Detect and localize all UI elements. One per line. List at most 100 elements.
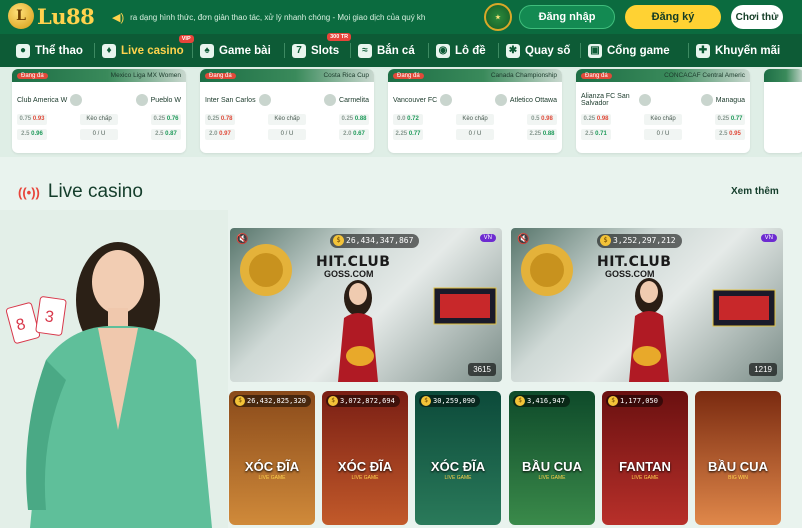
odds-line: 2.25	[395, 131, 408, 137]
team-crest-icon	[700, 94, 713, 106]
odds-row: 2.25 0.77 0 / U 2.25 0.88	[388, 127, 562, 142]
jackpot-counter: 26,432,825,320	[233, 395, 312, 407]
odds-type: 0 / U	[456, 129, 494, 140]
odds-line: 0.0	[397, 116, 406, 122]
odds-type: Kèo chấp	[80, 114, 118, 125]
odds-value: 0.67	[353, 131, 365, 137]
game-card[interactable]: 3,416,947 BẦU CUA LIVE GAME	[509, 391, 595, 525]
nav-item-promotions[interactable]: ✚ Khuyến mãi	[696, 34, 780, 67]
nav-divider	[498, 43, 499, 58]
nav-divider	[428, 43, 429, 58]
home-team: Vancouver FC	[393, 94, 463, 106]
match-card-partial[interactable]	[764, 69, 802, 153]
odds-value: 0.77	[408, 131, 421, 137]
game-subtitle: BIG WIN	[728, 475, 748, 481]
game-card[interactable]: 26,432,825,320 XÓC ĐĨA LIVE GAME	[229, 391, 315, 525]
nav-item-number-draw[interactable]: ✱ Quay số	[506, 34, 570, 67]
odds-line: 0.25	[717, 116, 730, 122]
odds-cell[interactable]: 0.0 0.72	[393, 114, 423, 125]
match-card[interactable]: Đang đá CONCACAF Central Americ Alianza …	[576, 69, 750, 153]
odds-cell[interactable]: 0.25 0.88	[339, 114, 369, 125]
game-card[interactable]: BẦU CUA BIG WIN	[695, 391, 781, 525]
nav-item-live-casino[interactable]: ♦ Live casino VIP	[102, 34, 194, 67]
odds-cell[interactable]: 2.0 0.67	[339, 129, 369, 140]
odds-line: 0.25	[153, 116, 166, 122]
live-stream-tile[interactable]: 🔇 26,434,347,867 VN HIT.CLUB GOSS.COM 36…	[230, 228, 502, 382]
odds-cell[interactable]: 0.25 0.76	[151, 114, 181, 125]
nav-item-lottery[interactable]: ◉ Lô đề	[436, 34, 486, 67]
odds-cell[interactable]: 0.75 0.93	[17, 114, 47, 125]
nav-item-game-portal[interactable]: ▣ Cổng game	[588, 34, 670, 67]
demo-button[interactable]: Chơi thử	[731, 5, 783, 29]
nav-label: Live casino	[121, 44, 184, 57]
odds-row: 2.0 0.97 0 / U 2.0 0.67	[200, 127, 374, 142]
league-name: CONCACAF Central Americ	[664, 72, 745, 79]
nav-divider	[192, 43, 193, 58]
match-card[interactable]: Đang đá Mexico Liga MX Women Club Americ…	[12, 69, 186, 153]
odds-cell[interactable]: 2.5 0.71	[581, 129, 611, 140]
odds-cell[interactable]: 2.5 0.95	[715, 129, 745, 140]
nav-item-card-games[interactable]: ♠ Game bài	[200, 34, 271, 67]
odds-cell[interactable]: 0.25 0.77	[715, 114, 745, 125]
odds-line: 2.0	[209, 131, 218, 137]
odds-value: 0.78	[220, 116, 233, 122]
odds-cell[interactable]: 2.25 0.77	[393, 129, 423, 140]
odds-value: 0.88	[542, 131, 555, 137]
team-crest-icon	[494, 94, 507, 106]
marquee-text: ra dạng hình thức, đơn giản thao tác, xử…	[130, 12, 426, 22]
game-card[interactable]: 1,177,050 FANTAN LIVE GAME	[602, 391, 688, 525]
match-card[interactable]: Đang đá Costa Rica Cup Inter San Carlos …	[200, 69, 374, 153]
nav-item-slots[interactable]: 7 Slots 300 TR	[292, 33, 352, 67]
odds-value: 0.71	[595, 131, 607, 137]
nav-label: Cổng game	[607, 44, 670, 57]
nav-label: Quay số	[525, 44, 571, 57]
mute-icon[interactable]: 🔇	[517, 234, 529, 245]
game-subtitle: LIVE GAME	[258, 475, 286, 481]
odds-cell[interactable]: 0.25 0.98	[581, 114, 611, 125]
odds-cell[interactable]: 0.25 0.78	[205, 114, 235, 125]
odds-line: 0.25	[583, 116, 596, 122]
ball-icon: ●	[16, 43, 30, 58]
odds-value: 0.72	[407, 116, 419, 122]
nav-item-sports[interactable]: ● Thể thao	[16, 34, 83, 67]
nav-badge: VIP	[178, 35, 194, 43]
game-card[interactable]: 3,072,872,694 XÓC ĐĨA LIVE GAME	[322, 391, 408, 525]
game-subtitle: LIVE GAME	[631, 475, 659, 481]
live-stream-tile[interactable]: 🔇 3,252,297,212 VN HIT.CLUB GOSS.COM 121…	[511, 228, 783, 382]
away-team-name: Atletico Ottawa	[509, 96, 557, 104]
register-button[interactable]: Đăng ký	[625, 5, 721, 29]
odds-line: 2.5	[585, 131, 594, 137]
jackpot-counter: 30,259,090	[419, 395, 481, 407]
home-team-name: Vancouver FC	[393, 96, 438, 104]
logo[interactable]: L Lu88	[8, 3, 95, 29]
promo-badge-icon[interactable]: ★	[484, 3, 512, 31]
odds-cell[interactable]: 2.0 0.97	[205, 129, 235, 140]
league-name: Costa Rica Cup	[323, 72, 369, 79]
login-button[interactable]: Đăng nhập	[519, 5, 615, 29]
game-card[interactable]: 30,259,090 XÓC ĐĨA LIVE GAME	[415, 391, 501, 525]
odds-cell[interactable]: 2.25 0.88	[527, 129, 557, 140]
game-name: XÓC ĐĨA	[430, 459, 486, 474]
away-team: Managua	[675, 94, 745, 106]
odds-value: 0.76	[166, 116, 179, 122]
mute-icon[interactable]: 🔇	[236, 234, 248, 245]
odds-cell[interactable]: 0.5 0.98	[527, 114, 557, 125]
match-card[interactable]: Đang đá Canada Championship Vancouver FC…	[388, 69, 562, 153]
match-strip: Đang đá Mexico Liga MX Women Club Americ…	[0, 67, 802, 157]
nav-divider	[94, 43, 95, 58]
see-more-link[interactable]: Xem thêm	[731, 186, 779, 197]
nav-item-fishing[interactable]: ≈ Bắn cá	[358, 34, 415, 67]
odds-type: 0 / U	[80, 129, 118, 140]
odds-value: 0.97	[219, 131, 231, 137]
lottery-icon: ◉	[436, 43, 450, 58]
odds-line: 2.0	[343, 131, 352, 137]
odds-cell[interactable]: 2.5 0.87	[151, 129, 181, 140]
odds-row: 0.25 0.78 Kèo chấp 0.25 0.88	[200, 112, 374, 127]
odds-line: 2.25	[529, 131, 542, 137]
match-teams: Vancouver FC Atletico Ottawa	[388, 82, 562, 112]
odds-type: Kèo chấp	[268, 114, 306, 125]
cards-icon: ♠	[200, 43, 214, 58]
odds-type: Kèo chấp	[456, 114, 494, 125]
odds-cell[interactable]: 2.5 0.96	[17, 129, 47, 140]
team-crest-icon	[324, 94, 337, 106]
